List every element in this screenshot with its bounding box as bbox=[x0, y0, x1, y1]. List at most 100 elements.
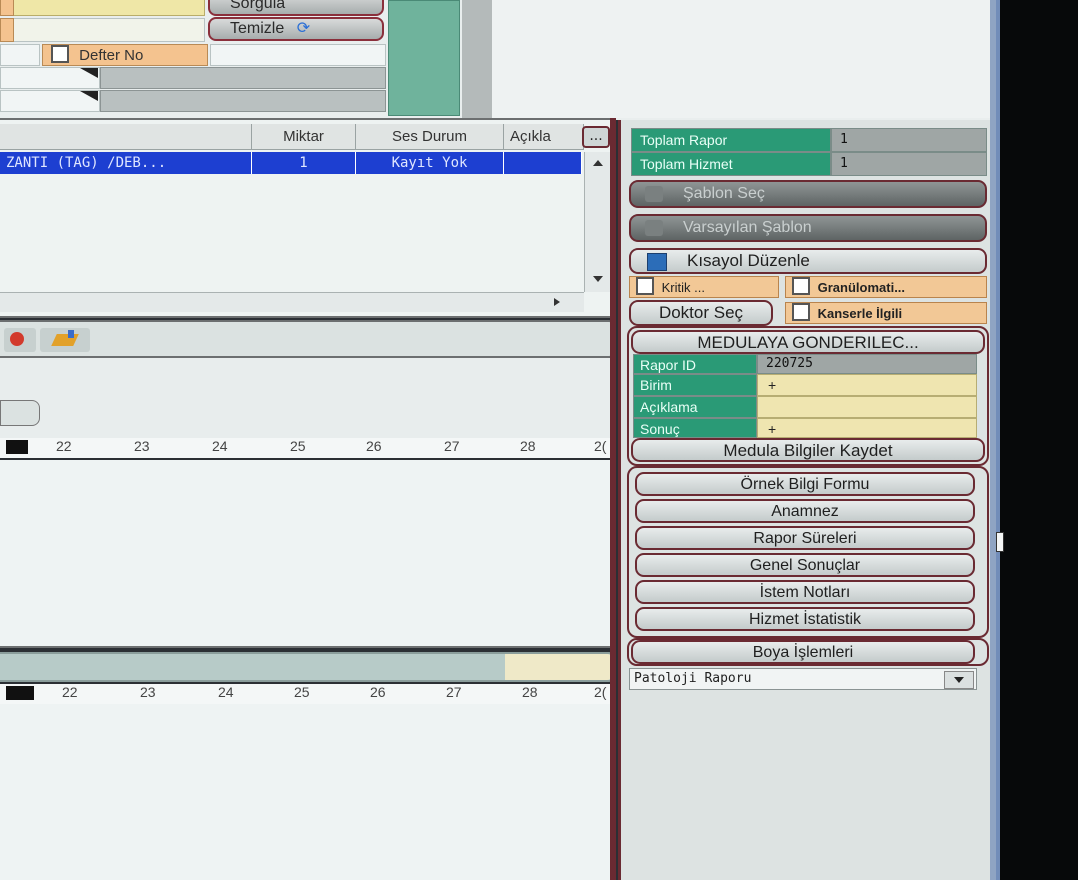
top-field-4-value bbox=[100, 67, 386, 89]
report-type-select[interactable]: Patoloji Raporu bbox=[629, 668, 977, 690]
right-panel: Toplam Rapor 1 Toplam Hizmet 1 Şablon Se… bbox=[618, 120, 1000, 880]
ruler-tick: 28 bbox=[520, 438, 536, 454]
green-side-block bbox=[388, 0, 460, 116]
scroll-right-icon[interactable] bbox=[554, 298, 560, 306]
temizle-label: Temizle bbox=[230, 20, 285, 37]
grid-header-name[interactable] bbox=[0, 124, 252, 150]
anamnez-button[interactable]: Anamnez bbox=[635, 499, 975, 523]
granulomati-checkbox-box[interactable] bbox=[792, 277, 810, 295]
grid-cell-ses-durum[interactable]: Kayıt Yok bbox=[356, 152, 504, 174]
left-tab-button[interactable] bbox=[0, 400, 40, 426]
sablon-sec-button[interactable]: Şablon Seç bbox=[629, 180, 987, 208]
toplam-hizmet-value: 1 bbox=[831, 152, 987, 176]
brush-handle-icon bbox=[68, 330, 74, 338]
doktor-sec-button[interactable]: Doktor Seç bbox=[629, 300, 773, 326]
top-right-empty bbox=[492, 0, 997, 118]
grid-horizontal-scrollbar[interactable] bbox=[0, 292, 584, 312]
default-template-icon bbox=[645, 220, 663, 236]
editor-toolbar bbox=[0, 320, 615, 358]
top-field-2[interactable] bbox=[0, 18, 205, 42]
genel-sonuclar-button[interactable]: Genel Sonuçlar bbox=[635, 553, 975, 577]
color-tool-button[interactable] bbox=[4, 328, 36, 352]
rapor-id-label: Rapor ID bbox=[633, 354, 757, 374]
varsayilan-sablon-button[interactable]: Varsayılan Şablon bbox=[629, 214, 987, 242]
refresh-icon: ⟳ bbox=[296, 20, 311, 37]
ruler-tick: 28 bbox=[522, 684, 538, 700]
granulomati-label: Granülomati... bbox=[817, 280, 906, 295]
sorgula-label: Sorgula bbox=[230, 0, 286, 12]
report-text-editor-2[interactable] bbox=[0, 704, 615, 880]
brush-icon bbox=[51, 334, 79, 346]
grid-header-miktar[interactable]: Miktar bbox=[252, 124, 356, 150]
boya-islemleri-button[interactable]: Boya İşlemleri bbox=[631, 640, 975, 664]
ruler-top: 22 23 24 25 26 27 28 2( bbox=[0, 438, 615, 458]
scroll-up-icon[interactable] bbox=[593, 160, 603, 166]
defter-no-checkbox-box[interactable] bbox=[51, 45, 69, 63]
toplam-hizmet-label: Toplam Hizmet bbox=[631, 152, 831, 176]
temizle-button[interactable]: Temizle ⟳ bbox=[208, 17, 384, 41]
corner-arrow-icon bbox=[80, 68, 98, 78]
aciklama-field[interactable] bbox=[757, 396, 977, 418]
toplam-rapor-value: 1 bbox=[831, 128, 987, 152]
birim-label: Birim bbox=[633, 374, 757, 396]
ruler-tick: 22 bbox=[56, 438, 72, 454]
chevron-down-icon[interactable] bbox=[944, 671, 974, 689]
medula-gonder-button[interactable]: MEDULAYA GONDERILEC... bbox=[631, 330, 985, 354]
kritik-checkbox-box[interactable] bbox=[636, 277, 654, 295]
ruler-tick: 23 bbox=[134, 438, 150, 454]
grid-vertical-scrollbar[interactable] bbox=[584, 152, 610, 292]
varsayilan-sablon-label: Varsayılan Şablon bbox=[683, 219, 812, 236]
kanserle-ilgili-checkbox-box[interactable] bbox=[792, 303, 810, 321]
kanserle-ilgili-checkbox[interactable]: Kanserle İlgili bbox=[785, 302, 987, 324]
panel-divider bbox=[610, 118, 616, 880]
sorgula-button[interactable]: Sorgula bbox=[208, 0, 384, 16]
toplam-rapor-label: Toplam Rapor bbox=[631, 128, 831, 152]
scroll-down-icon[interactable] bbox=[593, 276, 603, 282]
ruler-tick: 22 bbox=[62, 684, 78, 700]
grid-header-ses-durum[interactable]: Ses Durum bbox=[356, 124, 504, 150]
defter-no-field[interactable] bbox=[210, 44, 386, 66]
grey-divider bbox=[462, 0, 492, 118]
report-type-value: Patoloji Raporu bbox=[634, 671, 752, 686]
kritik-label: Kritik ... bbox=[661, 280, 705, 295]
side-handle[interactable] bbox=[996, 532, 1004, 552]
top-field-3[interactable] bbox=[0, 44, 40, 66]
corner-arrow-icon bbox=[80, 91, 98, 101]
rapor-sureleri-button[interactable]: Rapor Süreleri bbox=[635, 526, 975, 550]
grid-cell-name[interactable]: ZANTI (TAG) /DEB... bbox=[0, 152, 252, 174]
defter-no-checkbox[interactable]: Defter No bbox=[42, 44, 208, 66]
report-text-editor[interactable] bbox=[0, 460, 615, 648]
grid-cell-aciklama[interactable] bbox=[504, 152, 582, 174]
granulomati-checkbox[interactable]: Granülomati... bbox=[785, 276, 987, 298]
sonuc-label: Sonuç bbox=[633, 418, 757, 438]
kisayol-duzenle-button[interactable]: Kısayol Düzenle bbox=[629, 248, 987, 274]
kanserle-ilgili-label: Kanserle İlgili bbox=[817, 306, 903, 321]
brush-tool-button[interactable] bbox=[40, 328, 90, 352]
shortcut-icon bbox=[647, 253, 667, 271]
ruler-tick: 25 bbox=[294, 684, 310, 700]
ruler-marker bbox=[6, 686, 34, 700]
ruler-marker bbox=[6, 440, 28, 454]
istem-notlari-button[interactable]: İstem Notları bbox=[635, 580, 975, 604]
hizmet-istatistik-button[interactable]: Hizmet İstatistik bbox=[635, 607, 975, 631]
medula-kaydet-button[interactable]: Medula Bilgiler Kaydet bbox=[631, 438, 985, 462]
sonuc-field[interactable]: + bbox=[757, 418, 977, 438]
top-field-marker bbox=[0, 0, 14, 16]
top-field-yellow[interactable] bbox=[0, 0, 205, 16]
grid-cell-miktar[interactable]: 1 bbox=[252, 152, 356, 174]
template-icon bbox=[645, 186, 663, 202]
ruler-tick: 26 bbox=[370, 684, 386, 700]
ruler-bottom: 22 23 24 25 26 27 28 2( bbox=[0, 684, 615, 704]
kisayol-duzenle-label: Kısayol Düzenle bbox=[687, 251, 810, 270]
monitor-bezel bbox=[1000, 0, 1078, 880]
color-icon bbox=[10, 332, 24, 346]
grid-more-button[interactable]: ... bbox=[582, 126, 610, 148]
ruler-tick: 26 bbox=[366, 438, 382, 454]
ruler-tick: 24 bbox=[212, 438, 228, 454]
kritik-checkbox[interactable]: Kritik ... bbox=[629, 276, 779, 298]
aciklama-label: Açıklama bbox=[633, 396, 757, 418]
birim-field[interactable]: + bbox=[757, 374, 977, 396]
ornek-bilgi-formu-button[interactable]: Örnek Bilgi Formu bbox=[635, 472, 975, 496]
ruler-tick: 27 bbox=[444, 438, 460, 454]
grid-header-aciklama[interactable]: Açıkla bbox=[504, 124, 584, 150]
